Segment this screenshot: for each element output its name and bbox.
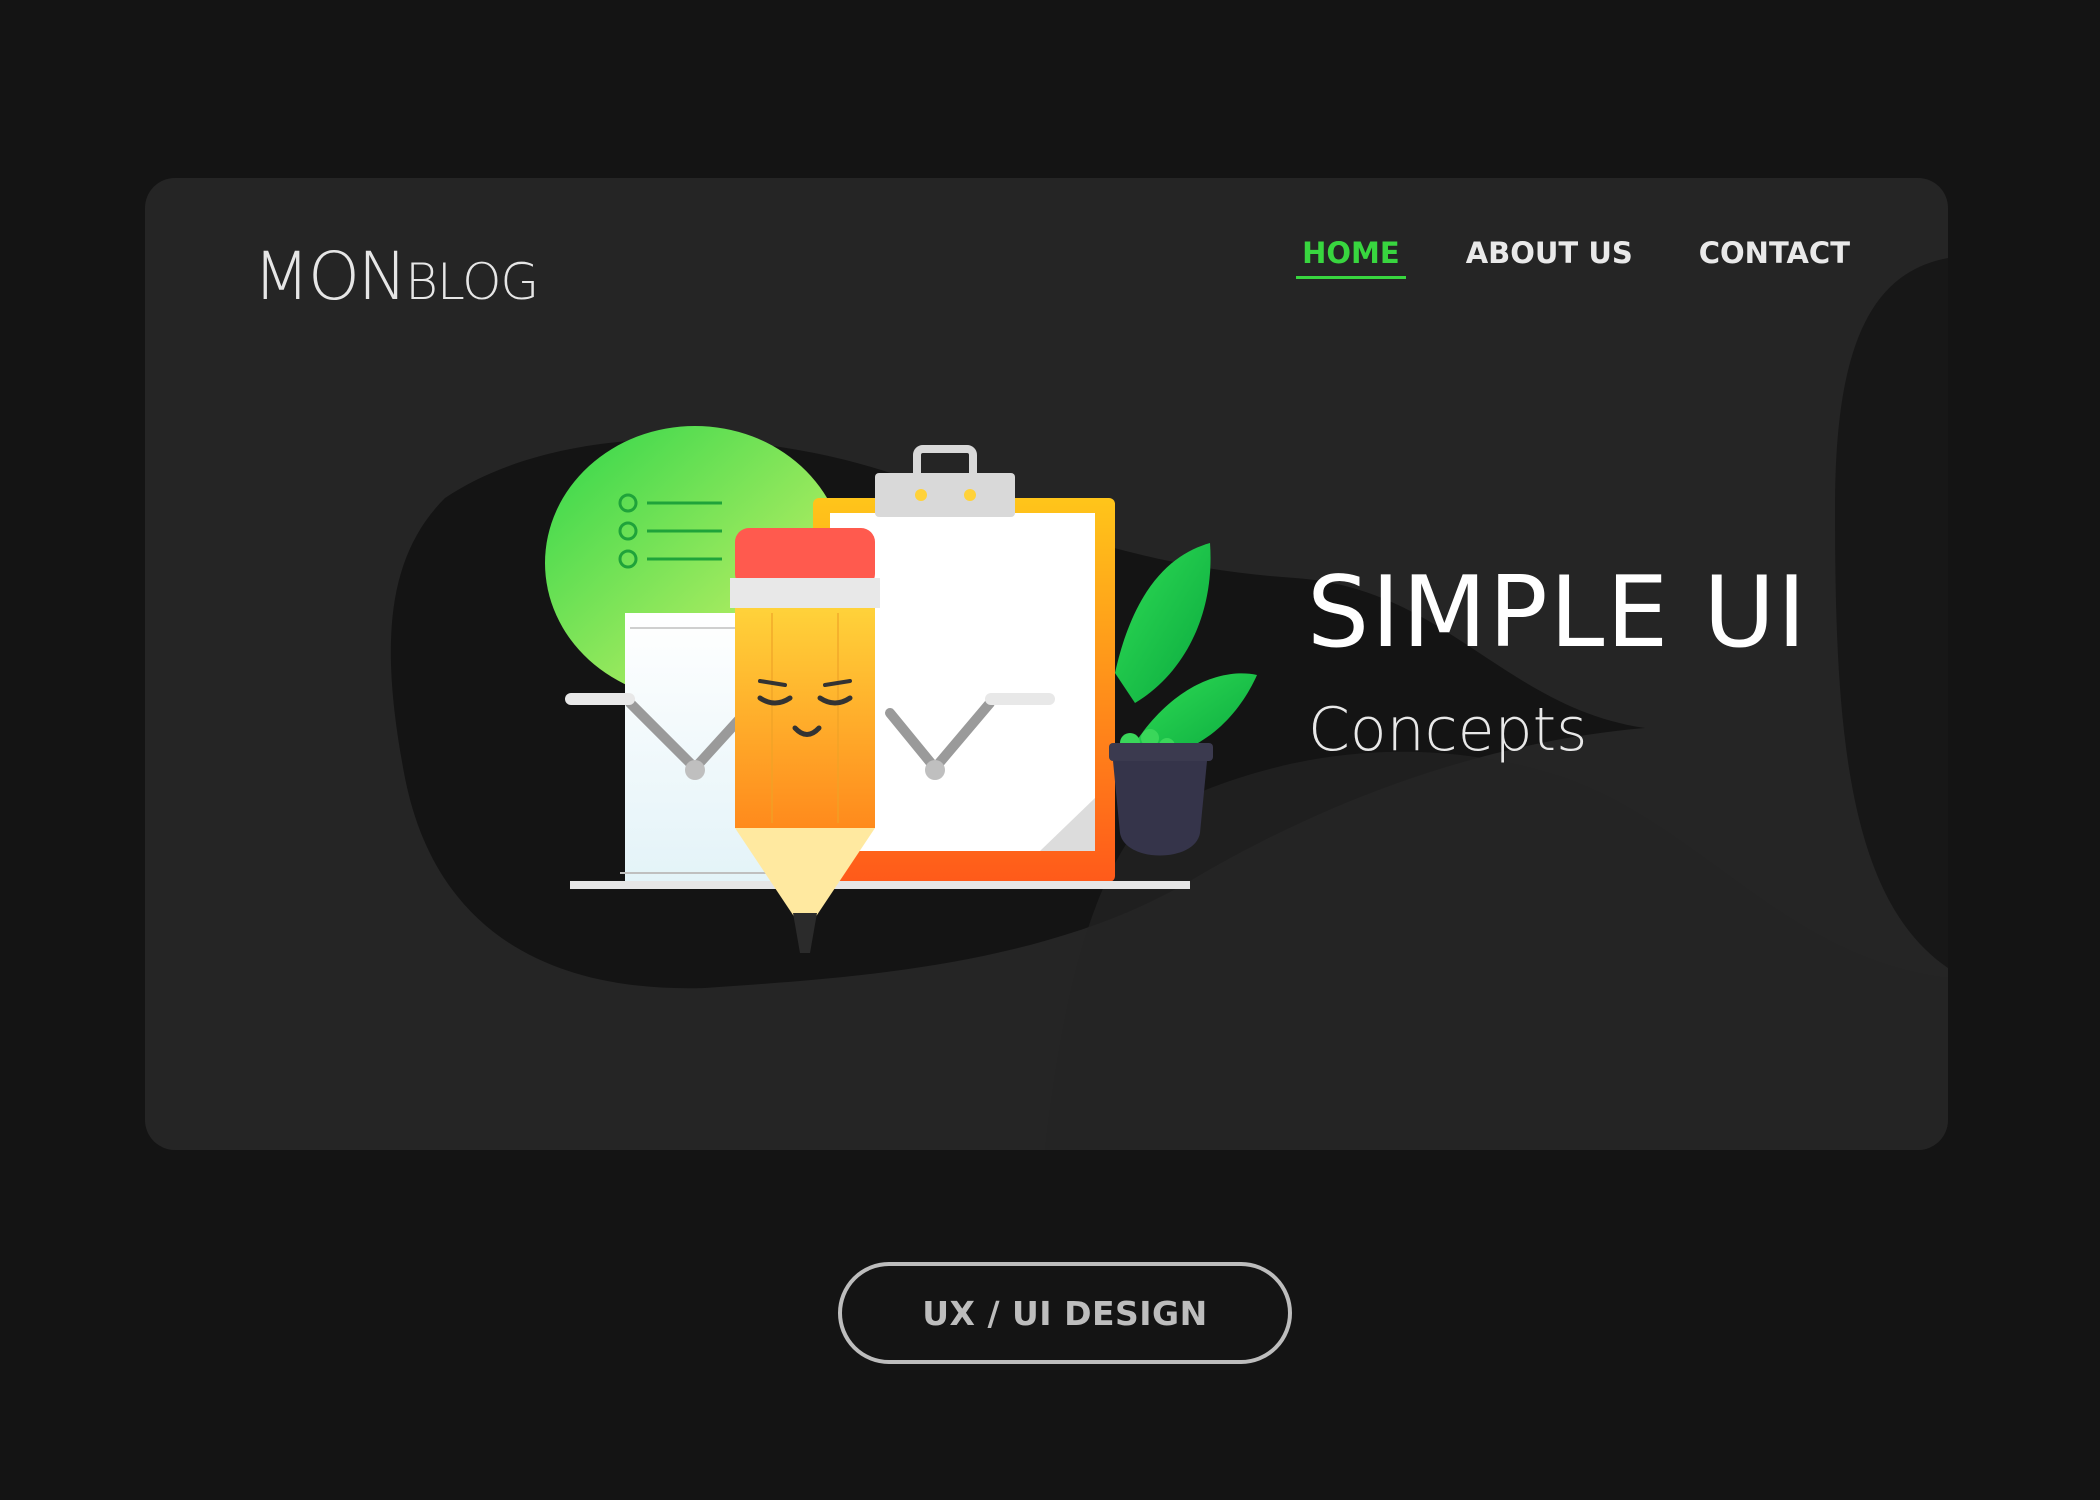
hero-subtitle: Concepts bbox=[1308, 695, 1588, 765]
nav-item-about-us[interactable]: ABOUT US bbox=[1460, 236, 1639, 276]
left-hand bbox=[565, 693, 635, 705]
nav-item-contact[interactable]: CONTACT bbox=[1693, 236, 1856, 276]
pencil-character-icon bbox=[730, 528, 880, 953]
right-hand bbox=[985, 693, 1055, 705]
logo-text-blog: BLOG bbox=[405, 253, 539, 311]
logo-text-mon: MON bbox=[253, 238, 407, 315]
hero-title: SIMPLE UI bbox=[1307, 556, 1809, 670]
plant-pot-icon bbox=[1109, 543, 1257, 856]
hero-card: MON BLOG HOME ABOUT US CONTACT SIMPLE UI… bbox=[145, 178, 1948, 1150]
ux-ui-design-button[interactable]: UX / UI DESIGN bbox=[838, 1262, 1292, 1364]
site-logo[interactable]: MON BLOG bbox=[253, 238, 539, 315]
nav-item-home[interactable]: HOME bbox=[1296, 236, 1406, 279]
hero-illustration bbox=[545, 426, 1257, 953]
main-nav: HOME ABOUT US CONTACT bbox=[1296, 236, 1856, 279]
page: MON BLOG HOME ABOUT US CONTACT SIMPLE UI… bbox=[0, 0, 2100, 1500]
table-surface bbox=[570, 881, 1190, 889]
